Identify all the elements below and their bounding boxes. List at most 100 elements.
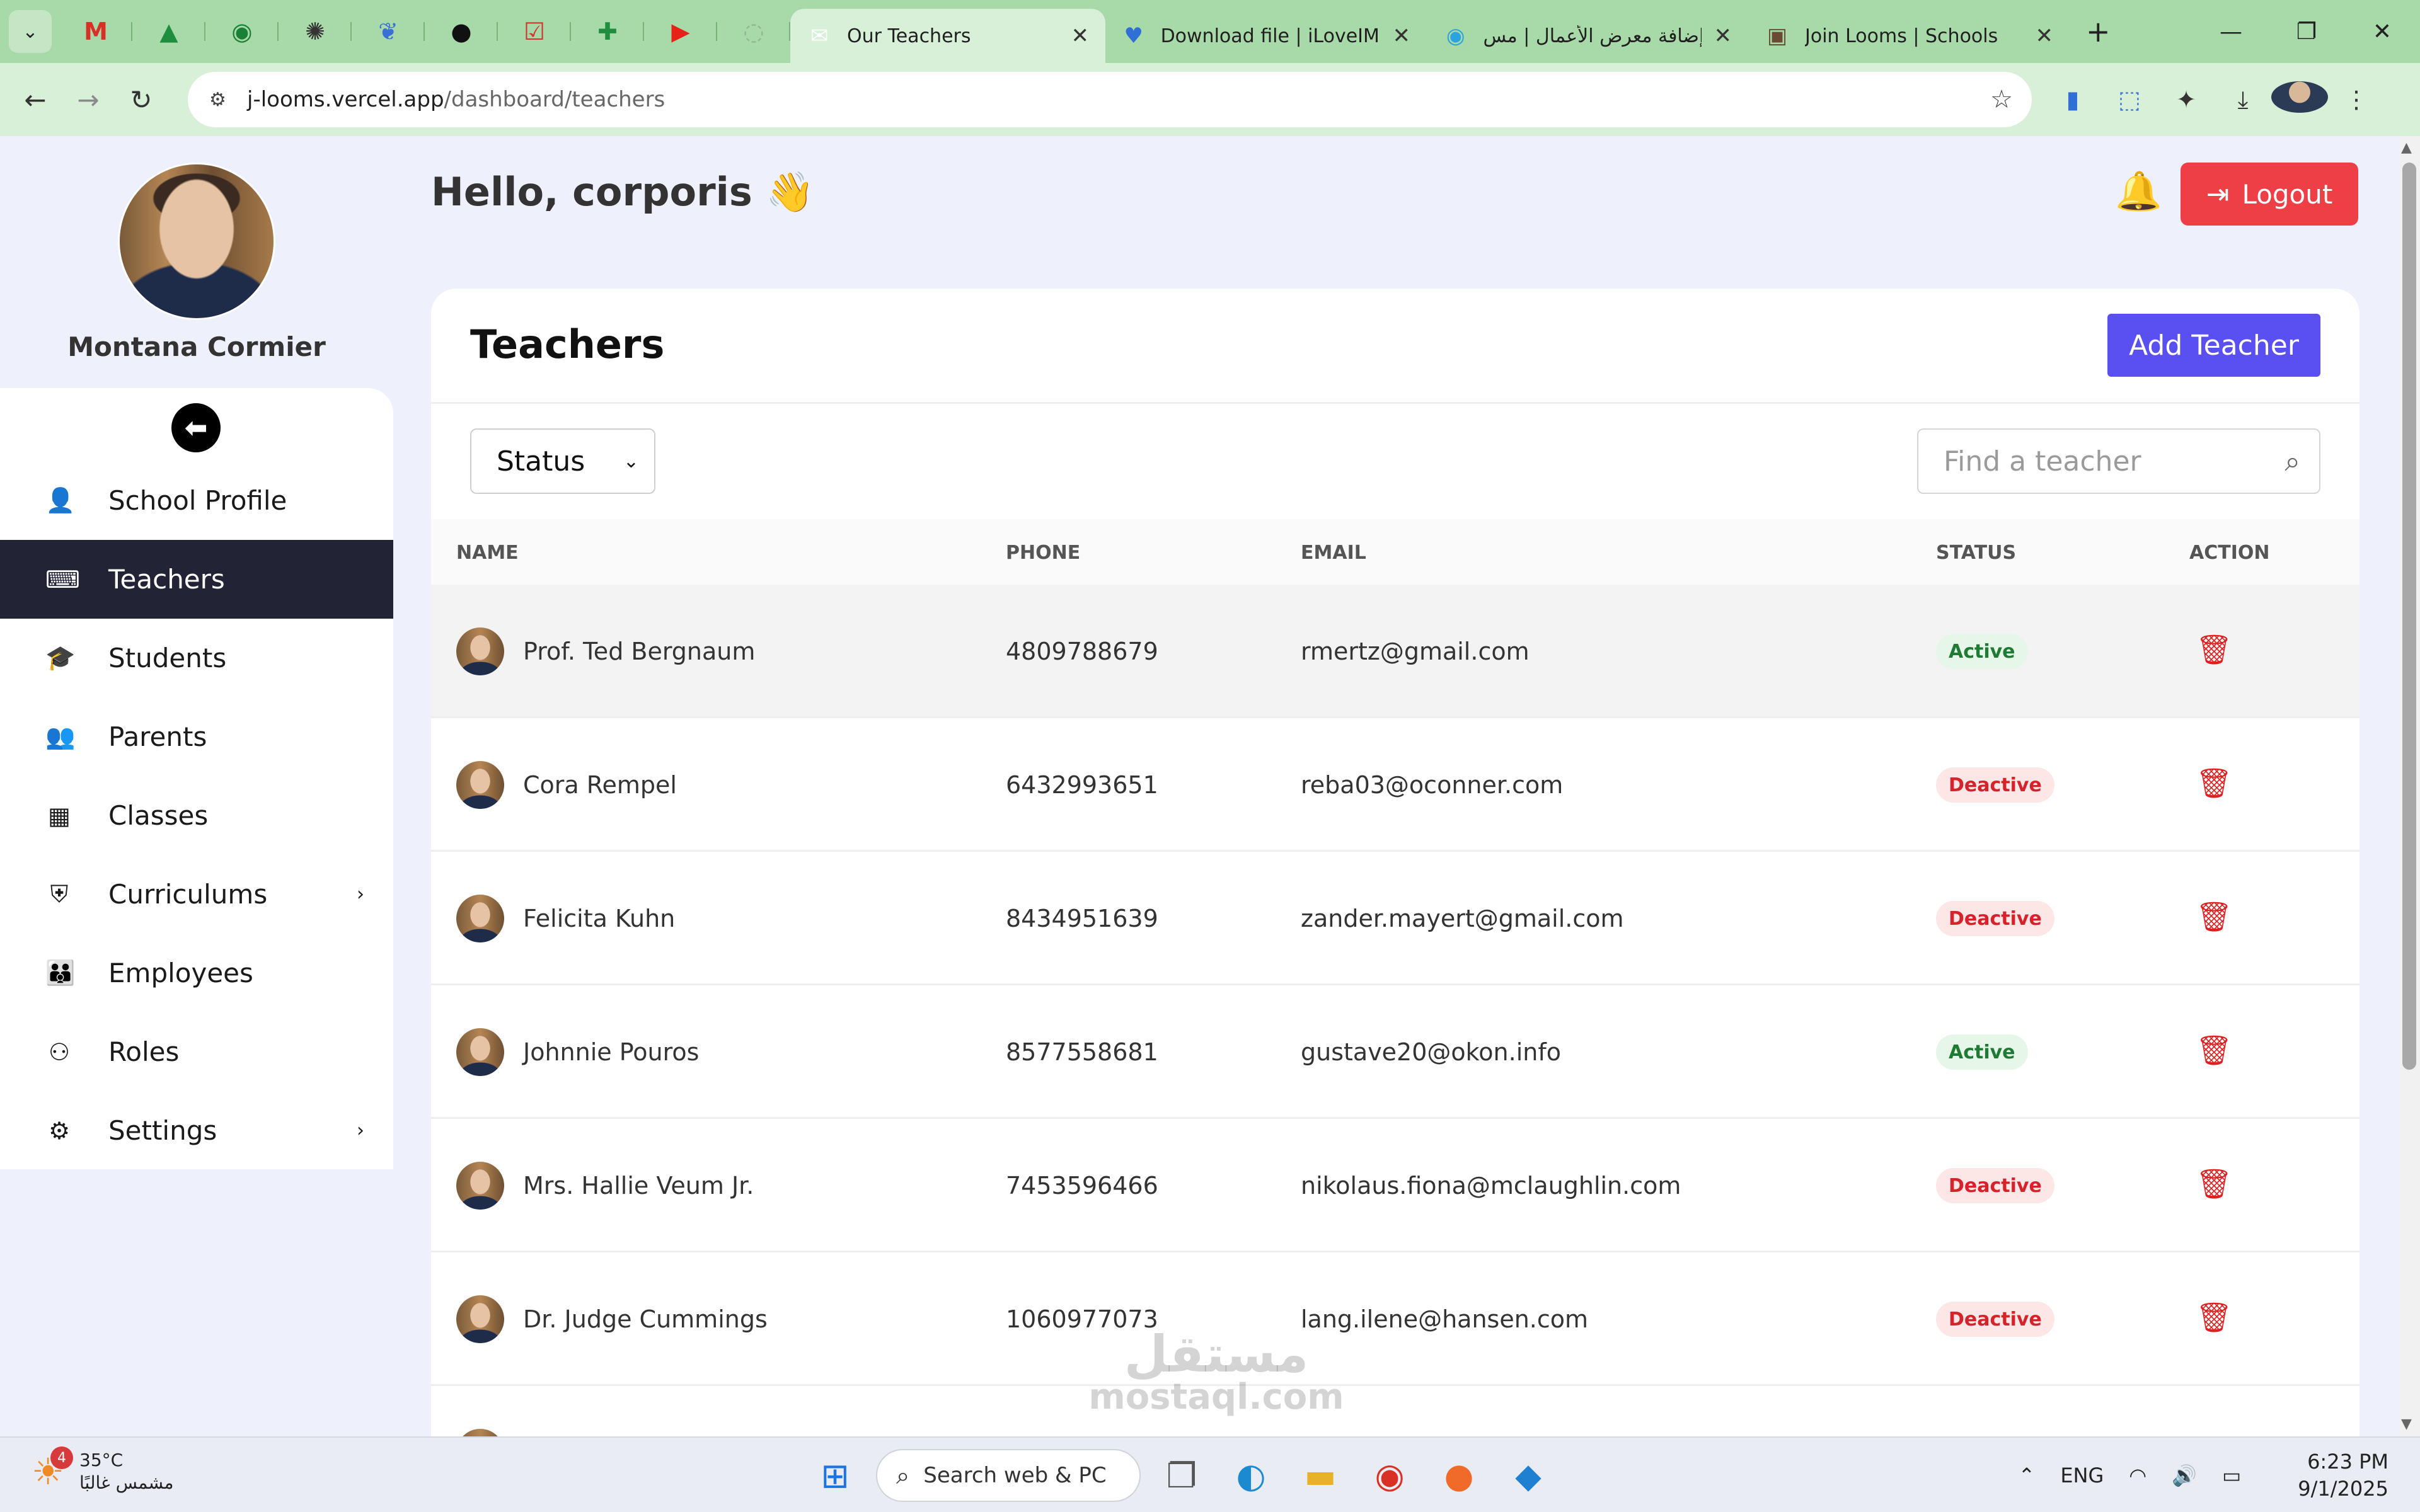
- avatar[interactable]: [118, 163, 275, 320]
- download-icon[interactable]: ⤓: [2215, 86, 2271, 114]
- column-header-status[interactable]: STATUS: [1936, 542, 2016, 564]
- tab-join-looms[interactable]: ▣ Join Looms | Schools ✕: [1748, 9, 2070, 63]
- postman-icon[interactable]: ●: [1424, 1456, 1494, 1496]
- translate-ext-icon[interactable]: ⬚: [2101, 86, 2158, 113]
- status-badge[interactable]: Deactive: [1936, 1302, 2054, 1337]
- close-tab-icon[interactable]: ✕: [2023, 23, 2054, 49]
- minimize-icon[interactable]: —: [2193, 19, 2269, 45]
- close-tab-icon[interactable]: ✕: [1380, 23, 1411, 49]
- forward-icon[interactable]: →: [62, 84, 115, 115]
- wifi-icon[interactable]: ◠: [2129, 1463, 2146, 1487]
- status-filter-select[interactable]: Status ⌄: [470, 428, 655, 494]
- battery-icon[interactable]: ▭: [2222, 1463, 2241, 1487]
- restore-icon[interactable]: ❐: [2269, 19, 2344, 45]
- status-badge[interactable]: Active: [1936, 634, 2028, 669]
- trash-icon[interactable]: 🗑: [2196, 900, 2232, 934]
- tab-search-chevron-icon[interactable]: ⌄: [9, 10, 52, 53]
- chatgpt-tab-icon[interactable]: ✺: [279, 9, 352, 54]
- close-window-icon[interactable]: ✕: [2344, 19, 2420, 45]
- scroll-up-arrow-icon[interactable]: ▲: [2401, 140, 2412, 156]
- sidebar-item-teachers[interactable]: ⌨ Teachers: [0, 540, 393, 619]
- trash-icon[interactable]: 🗑: [2196, 1033, 2232, 1068]
- vscode-icon[interactable]: ◆: [1494, 1456, 1563, 1496]
- volume-icon[interactable]: 🔊: [2172, 1463, 2197, 1487]
- tab-our-teachers[interactable]: ✉ Our Teachers ✕: [790, 9, 1105, 63]
- back-icon[interactable]: ←: [9, 84, 62, 115]
- profile-avatar[interactable]: [2271, 81, 2328, 118]
- sidebar-item-parents[interactable]: 👥 Parents: [0, 697, 393, 776]
- loading-tab-icon[interactable]: ◌: [717, 9, 790, 54]
- scroll-down-arrow-icon[interactable]: ▼: [2401, 1416, 2412, 1432]
- close-tab-icon[interactable]: ✕: [1059, 23, 1090, 49]
- search-icon[interactable]: ⌕: [2285, 445, 2300, 478]
- site-settings-icon[interactable]: ⚙: [209, 89, 234, 111]
- taskbar-search[interactable]: ⌕ Search web & PC: [876, 1449, 1141, 1502]
- tab-mostaql[interactable]: ◉ إضافة معرض الأعمال | مس ✕: [1427, 9, 1748, 63]
- tab-title: Download file | iLoveIMG: [1160, 25, 1380, 47]
- clipboard-ext-icon[interactable]: ▮: [2044, 86, 2101, 113]
- language-indicator[interactable]: ENG: [2060, 1463, 2104, 1487]
- puzzle-extensions-icon[interactable]: ✦: [2158, 86, 2215, 113]
- drive-tab-icon[interactable]: ▲: [132, 9, 205, 54]
- sidebar-item-school-profile[interactable]: 👤 School Profile: [0, 461, 393, 540]
- weather-widget[interactable]: ☀ 4 35°C مشمس غالبًا: [32, 1446, 174, 1495]
- sidebar-item-roles[interactable]: ⚇ Roles: [0, 1012, 393, 1091]
- table-row[interactable]: Johnnie Pouros 8577558681 gustave20@okon…: [431, 985, 2360, 1119]
- youtube-tab-icon[interactable]: ▶: [644, 9, 717, 54]
- whatsapp-tab-icon[interactable]: ◉: [205, 9, 279, 54]
- sheets-tab-icon[interactable]: ✚: [571, 9, 644, 54]
- close-tab-icon[interactable]: ✕: [1702, 23, 1732, 49]
- logout-button[interactable]: ⇥ Logout: [2181, 163, 2358, 226]
- notification-badge: 4: [50, 1446, 73, 1470]
- trash-icon[interactable]: 🗑: [2196, 1167, 2232, 1201]
- collapse-sidebar-arrow-icon[interactable]: ⬅: [171, 403, 221, 452]
- clock[interactable]: 6:23 PM 9/1/2025: [2273, 1448, 2388, 1503]
- kebab-menu-icon[interactable]: ⋮: [2328, 86, 2385, 113]
- sidebar-item-settings[interactable]: ⚙ Settings ›: [0, 1091, 393, 1170]
- table-row[interactable]: Cora Rempel 6432993651 reba03@oconner.co…: [431, 718, 2360, 852]
- status-badge[interactable]: Deactive: [1936, 901, 2054, 936]
- new-tab-icon[interactable]: +: [2086, 14, 2111, 49]
- todo-tab-icon[interactable]: ☑: [498, 9, 571, 54]
- gmail-tab-icon[interactable]: M: [59, 9, 132, 54]
- trash-icon[interactable]: 🗑: [2196, 1300, 2232, 1335]
- search-input[interactable]: Find a teacher ⌕: [1917, 428, 2320, 494]
- chevron-up-icon[interactable]: ⌃: [2019, 1463, 2036, 1487]
- file-explorer-icon[interactable]: ▬: [1286, 1456, 1355, 1496]
- table-row[interactable]: Prof. Ted Bergnaum 4809788679 rmertz@gma…: [431, 585, 2360, 718]
- table-row[interactable]: Dr. Judge Cummings 1060977073 lang.ilene…: [431, 1252, 2360, 1386]
- windows-start-icon[interactable]: ⊞: [800, 1456, 870, 1496]
- sidebar-item-students[interactable]: 🎓 Students: [0, 619, 393, 697]
- address-bar[interactable]: ⚙ j-looms.vercel.app/dashboard/teachers …: [188, 72, 2032, 127]
- trash-icon[interactable]: 🗑: [2196, 633, 2232, 667]
- chevron-down-icon: ⌄: [623, 450, 639, 472]
- window-controls: — ❐ ✕: [2193, 0, 2420, 63]
- sidebar-item-curriculums[interactable]: ⛨ Curriculums ›: [0, 855, 393, 934]
- github-tab-icon[interactable]: ●: [425, 9, 498, 54]
- sidebar-item-classes[interactable]: ▦ Classes: [0, 776, 393, 855]
- task-view-icon[interactable]: ❐: [1147, 1456, 1216, 1496]
- table-row[interactable]: Felicita Kuhn 8434951639 zander.mayert@g…: [431, 852, 2360, 985]
- edge-browser-icon[interactable]: ◐: [1216, 1456, 1286, 1496]
- status-badge[interactable]: Deactive: [1936, 767, 2054, 803]
- weather-desc: مشمس غالبًا: [79, 1472, 174, 1494]
- column-header-phone[interactable]: PHONE: [1006, 542, 1080, 564]
- table-row[interactable]: [431, 1386, 2360, 1436]
- bell-icon[interactable]: 🔔: [2115, 169, 2162, 214]
- scrollbar-thumb[interactable]: [2402, 163, 2416, 1070]
- reload-icon[interactable]: ↻: [115, 84, 168, 115]
- column-header-name[interactable]: NAME: [456, 542, 519, 564]
- bird-tab-icon[interactable]: ❦: [352, 9, 425, 54]
- status-badge[interactable]: Deactive: [1936, 1168, 2054, 1203]
- column-header-email[interactable]: EMAIL: [1301, 542, 1366, 564]
- add-teacher-button[interactable]: Add Teacher: [2107, 314, 2320, 377]
- status-badge[interactable]: Active: [1936, 1034, 2028, 1070]
- sidebar-item-employees[interactable]: 👪 Employees: [0, 934, 393, 1012]
- table-row[interactable]: Mrs. Hallie Veum Jr. 7453596466 nikolaus…: [431, 1119, 2360, 1252]
- bookmark-star-icon[interactable]: ☆: [1990, 85, 2013, 114]
- trash-icon[interactable]: 🗑: [2196, 766, 2232, 801]
- avatar: [456, 895, 504, 942]
- tab-iloveimg[interactable]: ♥ Download file | iLoveIMG ✕: [1105, 9, 1427, 63]
- avatar: [456, 761, 504, 809]
- chrome-browser-icon[interactable]: ◉: [1355, 1456, 1424, 1496]
